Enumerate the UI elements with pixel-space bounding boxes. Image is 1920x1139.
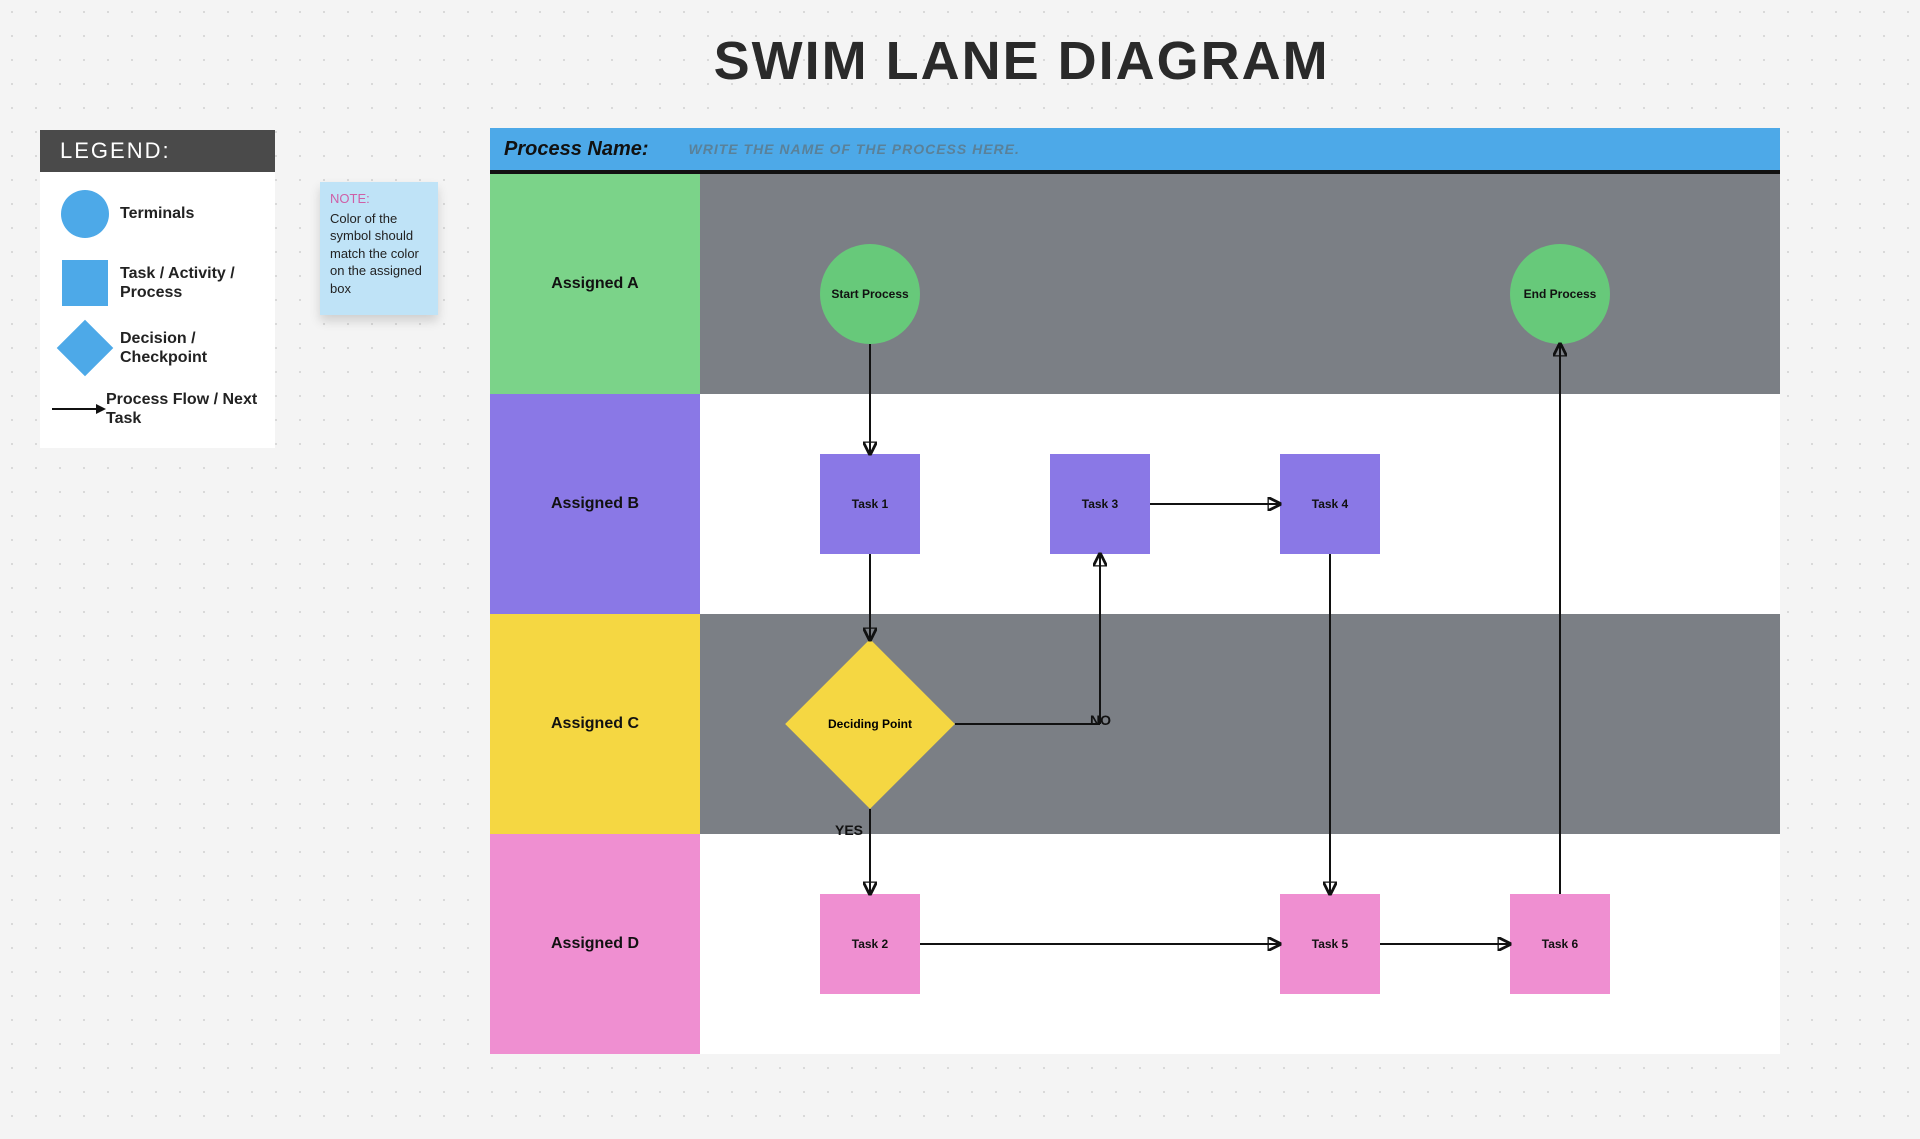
lane-head-a: Assigned A <box>490 174 700 394</box>
task4-node[interactable]: Task 4 <box>1280 454 1380 554</box>
lane-c: Assigned C <box>490 614 1780 834</box>
note-title: NOTE: <box>330 190 428 208</box>
task3-label: Task 3 <box>1082 497 1118 511</box>
task6-node[interactable]: Task 6 <box>1510 894 1610 994</box>
task2-label: Task 2 <box>852 937 888 951</box>
decision-node[interactable]: Deciding Point <box>810 664 930 784</box>
edge-label-yes: YES <box>835 822 863 838</box>
legend-row-terminals: Terminals <box>50 190 265 238</box>
legend-row-flow: Process Flow / Next Task <box>50 390 265 428</box>
note-body: Color of the symbol should match the col… <box>330 210 428 298</box>
legend-header: LEGEND: <box>40 130 275 172</box>
lane-head-b: Assigned B <box>490 394 700 614</box>
start-terminal[interactable]: Start Process <box>820 244 920 344</box>
legend-label: Task / Activity / Process <box>120 264 265 302</box>
lane-head-c: Assigned C <box>490 614 700 834</box>
terminals-icon <box>50 190 120 238</box>
process-name-placeholder[interactable]: WRITE THE NAME OF THE PROCESS HERE. <box>689 141 1020 157</box>
process-name-label: Process Name: <box>504 138 649 161</box>
task1-label: Task 1 <box>852 497 888 511</box>
legend-panel: LEGEND: Terminals Task / Activity / Proc… <box>40 130 275 448</box>
legend-row-task: Task / Activity / Process <box>50 260 265 306</box>
start-label: Start Process <box>831 287 908 301</box>
task1-node[interactable]: Task 1 <box>820 454 920 554</box>
process-header: Process Name: WRITE THE NAME OF THE PROC… <box>490 128 1780 174</box>
decision-icon <box>50 328 120 368</box>
lane-head-d: Assigned D <box>490 834 700 1054</box>
task5-label: Task 5 <box>1312 937 1348 951</box>
legend-label: Decision / Checkpoint <box>120 329 265 367</box>
task6-label: Task 6 <box>1542 937 1578 951</box>
legend-row-decision: Decision / Checkpoint <box>50 328 265 368</box>
swimlane-diagram: Process Name: WRITE THE NAME OF THE PROC… <box>490 128 1780 1054</box>
legend-label: Process Flow / Next Task <box>106 390 265 428</box>
task3-node[interactable]: Task 3 <box>1050 454 1150 554</box>
note-box: NOTE: Color of the symbol should match t… <box>320 182 438 315</box>
lanes-container: Assigned A Assigned B Assigned C Assigne… <box>490 174 1780 1054</box>
legend-label: Terminals <box>120 204 265 223</box>
decision-label: Deciding Point <box>810 717 930 731</box>
task5-node[interactable]: Task 5 <box>1280 894 1380 994</box>
task2-node[interactable]: Task 2 <box>820 894 920 994</box>
flow-arrow-icon <box>50 401 106 417</box>
task-icon <box>50 260 120 306</box>
end-terminal[interactable]: End Process <box>1510 244 1610 344</box>
legend-body: Terminals Task / Activity / Process Deci… <box>40 172 275 448</box>
task4-label: Task 4 <box>1312 497 1348 511</box>
edge-label-no: NO <box>1090 712 1111 728</box>
end-label: End Process <box>1524 287 1597 301</box>
page-title: SWIM LANE DIAGRAM <box>714 30 1330 92</box>
